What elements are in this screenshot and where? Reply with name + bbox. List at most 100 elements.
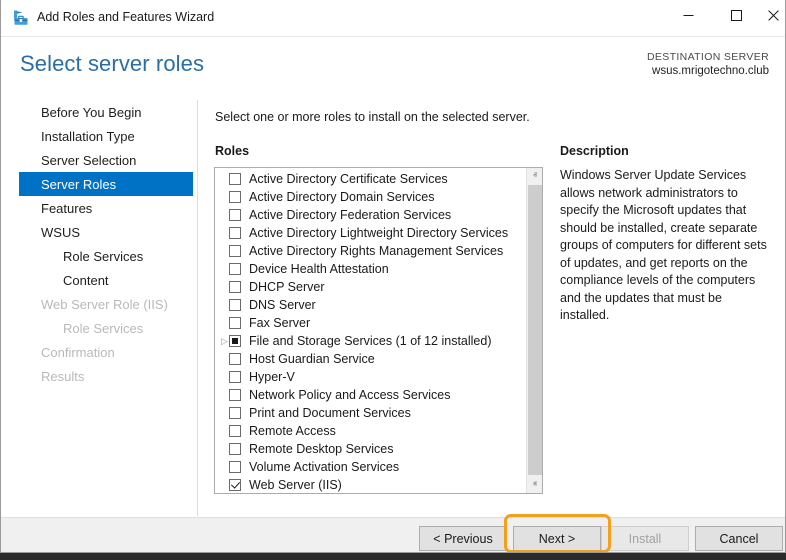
role-list-item[interactable]: Active Directory Rights Management Servi… — [215, 242, 526, 260]
maximize-button[interactable] — [713, 0, 759, 30]
role-label: Active Directory Domain Services — [249, 190, 435, 204]
page-title: Select server roles — [20, 51, 205, 76]
role-label: Web Server (IIS) — [249, 478, 342, 492]
role-label: File and Storage Services (1 of 12 insta… — [249, 334, 492, 348]
role-checkbox[interactable] — [229, 353, 241, 365]
sidebar-item-server-selection[interactable]: Server Selection — [19, 148, 193, 172]
sidebar-item-before-you-begin[interactable]: Before You Begin — [19, 100, 193, 124]
role-checkbox[interactable] — [229, 443, 241, 455]
role-checkbox[interactable] — [229, 209, 241, 221]
minimize-button[interactable] — [665, 0, 711, 30]
role-list-item[interactable]: Web Server (IIS) — [215, 476, 526, 493]
roles-listbox[interactable]: Active Directory Certificate Services Act… — [214, 167, 543, 494]
expander-chevron-right-icon[interactable]: ▷ — [221, 337, 229, 346]
role-list-item[interactable]: Active Directory Lightweight Directory S… — [215, 224, 526, 242]
role-list-item[interactable]: Remote Desktop Services — [215, 440, 526, 458]
role-checkbox[interactable] — [229, 461, 241, 473]
sidebar-item-label: Role Services — [63, 248, 144, 264]
role-list-item[interactable]: Active Directory Federation Services — [215, 206, 526, 224]
role-checkbox[interactable] — [229, 263, 241, 275]
role-list-item[interactable]: DNS Server — [215, 296, 526, 314]
role-list-item[interactable]: Active Directory Domain Services — [215, 188, 526, 206]
role-label: Active Directory Certificate Services — [249, 172, 448, 186]
sidebar-item-label: Confirmation — [41, 344, 115, 360]
next-button[interactable]: Next > — [513, 526, 601, 551]
role-list-item[interactable]: DHCP Server — [215, 278, 526, 296]
role-checkbox[interactable] — [229, 245, 241, 257]
scroll-up-icon[interactable]: ⱏ — [527, 168, 542, 184]
sidebar-item-server-roles[interactable]: Server Roles — [19, 172, 193, 196]
role-list-item[interactable]: Fax Server — [215, 314, 526, 332]
roles-label: Roles — [215, 144, 250, 158]
footer-bar: < Previous Next > Install Cancel — [1, 517, 785, 552]
sidebar-item-label: Content — [63, 272, 109, 288]
role-list-item[interactable]: Volume Activation Services — [215, 458, 526, 476]
role-checkbox[interactable] — [229, 335, 241, 347]
scrollbar-thumb[interactable] — [528, 185, 542, 475]
role-label: Print and Document Services — [249, 406, 411, 420]
destination-server-label: DESTINATION SERVER — [646, 51, 769, 63]
desktop-background-strip — [0, 553, 786, 560]
sidebar-item-label: Server Roles — [41, 176, 117, 192]
sidebar-item-label: WSUS — [41, 224, 80, 240]
role-label: Hyper-V — [249, 370, 295, 384]
sidebar-item-features[interactable]: Features — [19, 196, 193, 220]
role-checkbox[interactable] — [229, 299, 241, 311]
description-text: Windows Server Update Services allows ne… — [560, 168, 767, 322]
sidebar-item-content[interactable]: Content — [19, 268, 193, 292]
roles-scrollbar[interactable]: ⱏ ⱝ — [526, 168, 542, 493]
role-list-item[interactable]: Host Guardian Service — [215, 350, 526, 368]
role-list-item[interactable]: Device Health Attestation — [215, 260, 526, 278]
cancel-button[interactable]: Cancel — [695, 526, 783, 551]
sidebar-item-results: Results — [19, 364, 193, 388]
role-list-item[interactable]: Network Policy and Access Services — [215, 386, 526, 404]
maximize-icon — [730, 9, 742, 21]
role-checkbox[interactable] — [229, 479, 241, 491]
wizard-step-nav: Before You Begin Installation Type Server … — [1, 100, 197, 516]
sidebar-item-wsus[interactable]: WSUS — [19, 220, 193, 244]
destination-server-value: wsus.mrigotechno.club — [652, 65, 769, 77]
sidebar-item-label: Role Services — [63, 320, 144, 336]
role-list-item[interactable]: ▷ File and Storage Services (1 of 12 inst… — [215, 332, 526, 350]
role-checkbox[interactable] — [229, 227, 241, 239]
close-icon — [768, 9, 779, 21]
content-pane: Select one or more roles to install on t… — [198, 100, 785, 516]
role-checkbox[interactable] — [229, 281, 241, 293]
role-label: Host Guardian Service — [249, 352, 375, 366]
role-label: Active Directory Lightweight Directory S… — [249, 226, 509, 240]
role-list-item[interactable]: Print and Document Services — [215, 404, 526, 422]
role-list-item[interactable]: Remote Access — [215, 422, 526, 440]
role-list-item[interactable]: Active Directory Certificate Services — [215, 170, 526, 188]
install-button: Install — [601, 526, 689, 551]
instruction-text: Select one or more roles to install on t… — [215, 110, 530, 124]
sidebar-item-web-server-role-iis: Web Server Role (IIS) — [19, 292, 193, 316]
sidebar-item-label: Installation Type — [41, 128, 135, 144]
role-checkbox[interactable] — [229, 371, 241, 383]
sidebar-item-label: Server Selection — [41, 152, 137, 168]
role-checkbox[interactable] — [229, 191, 241, 203]
sidebar-item-label: Web Server Role (IIS) — [41, 296, 168, 312]
role-checkbox[interactable] — [229, 389, 241, 401]
sidebar-item-role-services[interactable]: Role Services — [19, 244, 193, 268]
role-checkbox[interactable] — [229, 425, 241, 437]
sidebar-item-installation-type[interactable]: Installation Type — [19, 124, 193, 148]
minimize-icon — [683, 14, 693, 16]
role-label: Remote Desktop Services — [249, 442, 394, 456]
title-bar: Add Roles and Features Wizard — [1, 0, 785, 37]
role-label: Active Directory Rights Management Servi… — [249, 244, 504, 258]
role-checkbox[interactable] — [229, 317, 241, 329]
role-label: DHCP Server — [249, 280, 325, 294]
wizard-window: Add Roles and Features Wizard Select ser… — [0, 0, 786, 553]
role-checkbox[interactable] — [229, 407, 241, 419]
role-label: Network Policy and Access Services — [249, 388, 451, 402]
sidebar-item-label: Results — [41, 368, 85, 384]
role-list-item[interactable]: Hyper-V — [215, 368, 526, 386]
page-header: Select server roles DESTINATION SERVER w… — [1, 37, 785, 97]
scroll-down-icon[interactable]: ⱝ — [527, 477, 542, 493]
close-button[interactable] — [761, 0, 785, 30]
previous-button[interactable]: < Previous — [419, 526, 507, 551]
role-checkbox[interactable] — [229, 173, 241, 185]
role-label: Volume Activation Services — [249, 460, 400, 474]
sidebar-item-confirmation: Confirmation — [19, 340, 193, 364]
description-label: Description — [560, 144, 629, 158]
